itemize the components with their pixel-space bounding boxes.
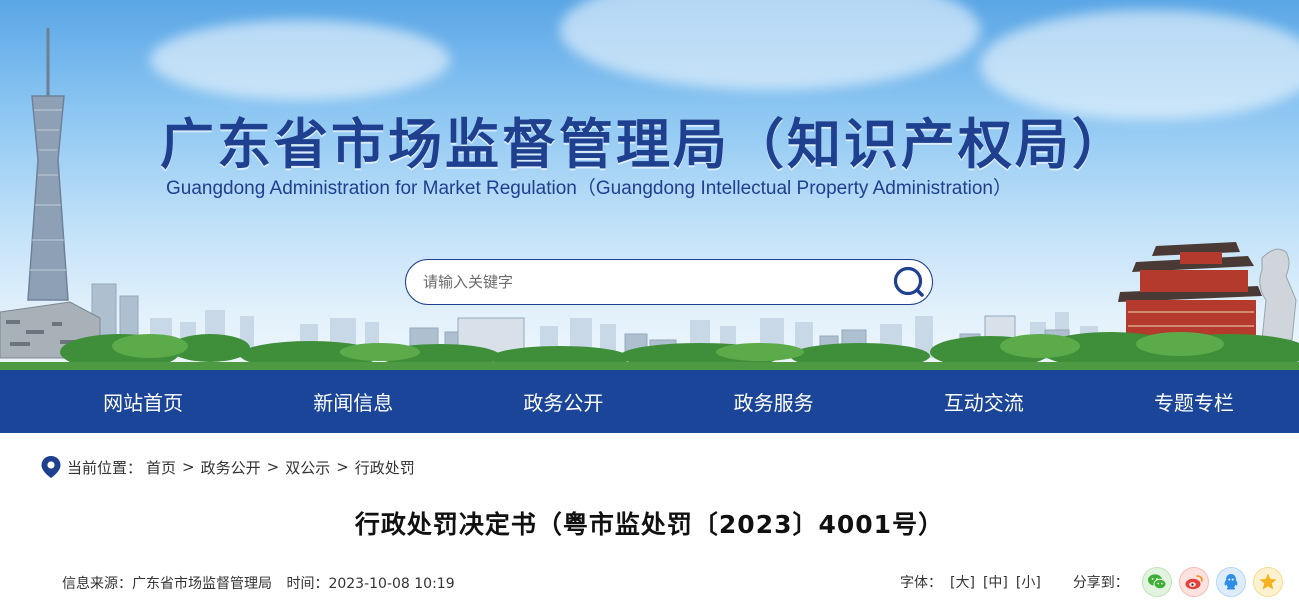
location-pin-icon xyxy=(41,456,61,478)
share-qq-button[interactable] xyxy=(1215,567,1246,597)
site-title-chinese: 广东省市场监督管理局（知识产权局） xyxy=(160,113,1129,176)
breadcrumb-admin-penalty[interactable]: 行政处罚 xyxy=(355,457,415,478)
search-icon xyxy=(893,266,924,297)
red-pavilion-illustration xyxy=(1118,242,1262,344)
breadcrumb-separator: > xyxy=(266,458,280,476)
share-qzone-button[interactable] xyxy=(1252,567,1283,597)
article-source: 信息来源：广东省市场监督管理局 xyxy=(62,576,272,592)
breadcrumb-separator: > xyxy=(182,458,195,476)
breadcrumb-separator: > xyxy=(336,458,349,476)
font-size-label: 字体： xyxy=(900,575,942,591)
site-title-english: Guangdong Administration for Market Regu… xyxy=(166,178,1012,199)
nav-item-gov-services[interactable]: 政务服务 xyxy=(669,387,879,416)
search-box xyxy=(405,259,933,305)
share-label: 分享到： xyxy=(1072,575,1129,591)
font-size-large[interactable]: [大] xyxy=(950,572,975,592)
article-meta: 信息来源：广东省市场监督管理局 时间：2023-10-08 10:19 xyxy=(62,573,455,593)
article-title: 行政处罚决定书（粤市监处罚〔2023〕4001号） xyxy=(354,510,945,539)
nav-item-news[interactable]: 新闻信息 xyxy=(248,387,458,416)
font-size-small[interactable]: [小] xyxy=(1016,572,1041,592)
qq-icon xyxy=(1224,574,1238,590)
nav-item-special-topics[interactable]: 专题专栏 xyxy=(1089,387,1299,416)
breadcrumb: 当前位置： 首页 > 政务公开 > 双公示 > 行政处罚 xyxy=(40,455,415,479)
breadcrumb-gov-affairs-open[interactable]: 政务公开 xyxy=(201,457,261,478)
font-size-medium[interactable]: [中] xyxy=(983,572,1008,592)
wechat-icon xyxy=(1147,574,1167,590)
header-banner: 广东省市场监督管理局（知识产权局） Guangdong Administrati… xyxy=(0,0,1299,370)
breadcrumb-double-publicity[interactable]: 双公示 xyxy=(285,457,330,478)
article-time: 时间：2023-10-08 10:19 xyxy=(286,576,455,592)
article-tools: 字体： [大] [中] [小] 分享到： xyxy=(900,567,1283,597)
share-wechat-button[interactable] xyxy=(1141,567,1172,597)
nav-item-gov-affairs-open[interactable]: 政务公开 xyxy=(458,387,668,416)
qzone-icon xyxy=(1259,573,1277,590)
breadcrumb-home[interactable]: 首页 xyxy=(146,457,176,478)
breadcrumb-prefix: 当前位置： xyxy=(67,458,143,477)
search-input[interactable] xyxy=(423,262,886,302)
main-nav: 网站首页 新闻信息 政务公开 政务服务 互动交流 专题专栏 xyxy=(0,370,1299,433)
nav-item-interaction[interactable]: 互动交流 xyxy=(879,387,1089,416)
nav-item-home[interactable]: 网站首页 xyxy=(38,387,248,416)
canton-tower-illustration xyxy=(27,28,69,301)
share-weibo-button[interactable] xyxy=(1178,567,1209,597)
statue-illustration xyxy=(1259,248,1297,341)
search-button[interactable] xyxy=(886,260,932,304)
weibo-icon xyxy=(1185,575,1203,590)
